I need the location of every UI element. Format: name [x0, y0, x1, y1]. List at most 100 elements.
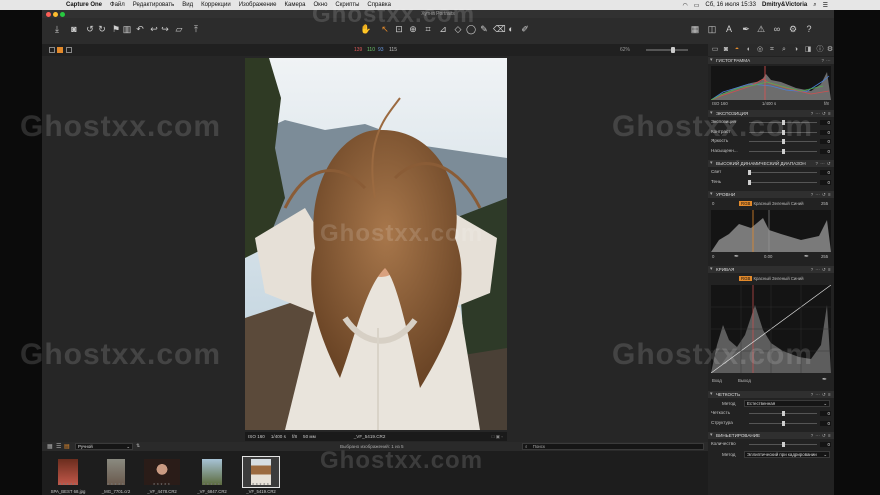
curve-tab-green[interactable]: Зеленый	[772, 276, 790, 281]
adjustment-slider[interactable]	[749, 442, 817, 447]
menu-window[interactable]: Окно	[313, 2, 327, 8]
grid-view-icon[interactable]: ▦	[690, 24, 700, 34]
image-viewer[interactable]: ISO 160 1/400 s f/8 50 мм _VF_5419.CR2 □…	[42, 56, 708, 442]
eyedropper-white-icon[interactable]: ✒	[804, 253, 809, 260]
trash-icon[interactable]: ▥	[122, 24, 132, 34]
hdr-header[interactable]: ВЫСОКИЙ ДИНАМИЧЕСКИЙ ДИАПАЗОН ? ⋯ ↺	[708, 160, 834, 167]
thumbnail-5[interactable]: ★★★★★	[242, 456, 280, 488]
vignette-method-dropdown[interactable]: Эллиптический при кадрировании ⌄	[744, 451, 830, 458]
menubar-clock[interactable]: Сб, 16 июля 15:33	[705, 2, 756, 8]
section-tools-icon[interactable]: ? ⋯ ↺ ≡	[811, 191, 831, 198]
settings-icon[interactable]: ⚙	[788, 24, 798, 34]
battery-icon[interactable]: ▭	[694, 2, 700, 9]
cursor-tool-icon[interactable]: ↖	[380, 24, 390, 34]
menu-app-name[interactable]: Capture One	[66, 2, 102, 8]
menu-camera[interactable]: Камера	[285, 2, 306, 8]
slider-value[interactable]: 0	[820, 139, 831, 144]
rating-stars[interactable]: ★★★★★	[50, 482, 86, 486]
main-photo[interactable]	[245, 58, 507, 430]
undo-icon[interactable]: ↶	[135, 24, 145, 34]
histogram-header[interactable]: ГИСТОГРАММА ? ⋯	[708, 57, 834, 64]
adjustment-slider[interactable]	[749, 148, 817, 154]
tab-capture-icon[interactable]: ◙	[722, 46, 730, 54]
vignette-header[interactable]: ВИНЬЕТИРОВАНИЕ ? ⋯ ↺ ≡	[708, 432, 834, 439]
slider-knob[interactable]	[781, 420, 785, 426]
levels-tab-red[interactable]: Красный	[754, 201, 771, 206]
redo-step-icon[interactable]: ↪	[160, 24, 170, 34]
slider-value[interactable]: 0	[820, 442, 831, 447]
view-multi-button[interactable]	[57, 47, 63, 53]
levels-header[interactable]: УРОВНИ ? ⋯ ↺ ≡	[708, 191, 834, 198]
section-tools-icon[interactable]: ? ⋯ ↺ ≡	[811, 391, 831, 398]
slider-knob[interactable]	[781, 411, 785, 416]
spotlight-icon[interactable]: ⌕	[813, 2, 816, 9]
menu-scripts[interactable]: Скрипты	[335, 2, 359, 8]
levels-output-low[interactable]: 0	[712, 254, 714, 259]
gradient-tool-icon[interactable]: ◐	[506, 24, 516, 34]
slider-knob[interactable]	[747, 179, 751, 185]
levels-tab-green[interactable]: Зеленый	[772, 201, 790, 206]
slider-value[interactable]: 0	[820, 170, 831, 175]
zoom-slider[interactable]	[646, 47, 688, 53]
list-layout-icon[interactable]: ☰	[56, 443, 61, 450]
rotate-right-icon[interactable]: ↻	[97, 24, 107, 34]
adjustment-slider[interactable]	[749, 139, 817, 144]
eyedropper-icon[interactable]: ✒	[741, 24, 751, 34]
tab-lens-icon[interactable]: ◎	[756, 46, 764, 54]
view-single-button[interactable]	[49, 47, 55, 53]
straighten-tool-icon[interactable]: ⊿	[438, 24, 448, 34]
levels-graph[interactable]	[711, 210, 831, 252]
adjustment-slider[interactable]	[747, 170, 817, 175]
undo-step-icon[interactable]: ↩	[149, 24, 159, 34]
tab-composition-icon[interactable]: ⌗	[768, 46, 776, 54]
adjustment-slider[interactable]	[749, 120, 817, 125]
section-tools-icon[interactable]: ? ⋯ ↺	[816, 160, 831, 167]
keystone-tool-icon[interactable]: ◇	[453, 24, 463, 34]
adjustment-slider[interactable]	[749, 411, 817, 416]
menubar-user[interactable]: Dmitry&Victoria	[762, 2, 807, 8]
levels-high-value[interactable]: 255	[821, 201, 828, 206]
clarity-header[interactable]: ЧЕТКОСТЬ ? ⋯ ↺ ≡	[708, 391, 834, 398]
compare-icon[interactable]: ◫	[707, 24, 717, 34]
levels-output-high[interactable]: 255	[821, 254, 828, 259]
rating-stars[interactable]: ★★★★★	[194, 482, 230, 486]
wifi-icon[interactable]: ◠	[682, 2, 687, 9]
adjustment-slider[interactable]	[747, 179, 817, 185]
adjustment-slider[interactable]	[749, 420, 817, 426]
tab-details-icon[interactable]: ⌕	[780, 46, 788, 54]
pan-tool-icon[interactable]: ✋	[360, 24, 371, 34]
crop-tool-icon[interactable]: ⌗	[423, 24, 433, 34]
crop-select-icon[interactable]: ⊡	[394, 24, 404, 34]
brush-tool-icon[interactable]: ✎	[479, 24, 489, 34]
glasses-icon[interactable]: ∞	[772, 24, 782, 34]
slider-knob[interactable]	[781, 120, 785, 125]
slider-knob[interactable]	[781, 442, 785, 447]
eraser-tool-icon[interactable]: ⌫	[493, 24, 506, 34]
menu-help[interactable]: Справка	[367, 2, 391, 8]
clarity-method-dropdown[interactable]: Естественная ⌄	[744, 400, 830, 407]
slider-knob[interactable]	[781, 129, 785, 135]
thumbnail-2[interactable]: ★★★★★	[97, 456, 135, 488]
rotate-left-icon[interactable]: ↺	[85, 24, 95, 34]
slider-knob[interactable]	[781, 139, 785, 144]
curve-graph[interactable]	[711, 285, 831, 373]
menu-view[interactable]: Вид	[182, 2, 193, 8]
menu-adjustments[interactable]: Коррекции	[201, 2, 231, 8]
search-input[interactable]: ⌕ Поиск	[522, 443, 704, 450]
copy-adjustments-icon[interactable]: ▱	[174, 24, 184, 34]
thumbnail-3[interactable]: ★★★★★	[143, 456, 181, 488]
menu-edit[interactable]: Редактировать	[133, 2, 174, 8]
levels-tab-blue[interactable]: Синий	[791, 201, 804, 206]
sort-dropdown[interactable]: Ручной ⌄	[75, 443, 133, 450]
export-icon[interactable]: ⤒	[191, 24, 201, 34]
slider-value[interactable]: 0	[820, 120, 831, 125]
thumbnail-4[interactable]: ★★★★★	[193, 456, 231, 488]
section-tools-icon[interactable]: ? ⋯	[821, 57, 831, 64]
tab-exposure-icon[interactable]: ◓	[733, 46, 741, 54]
curve-tab-blue[interactable]: Синий	[791, 276, 804, 281]
view-browser-button[interactable]	[66, 47, 72, 53]
section-tools-icon[interactable]: ? ⋯ ↺ ≡	[811, 432, 831, 439]
rating-stars[interactable]: ★★★★★	[144, 482, 180, 486]
levels-tab-rgb[interactable]: RGB	[739, 201, 753, 206]
info-view-icons[interactable]: □ ▣ ▫	[492, 434, 503, 440]
